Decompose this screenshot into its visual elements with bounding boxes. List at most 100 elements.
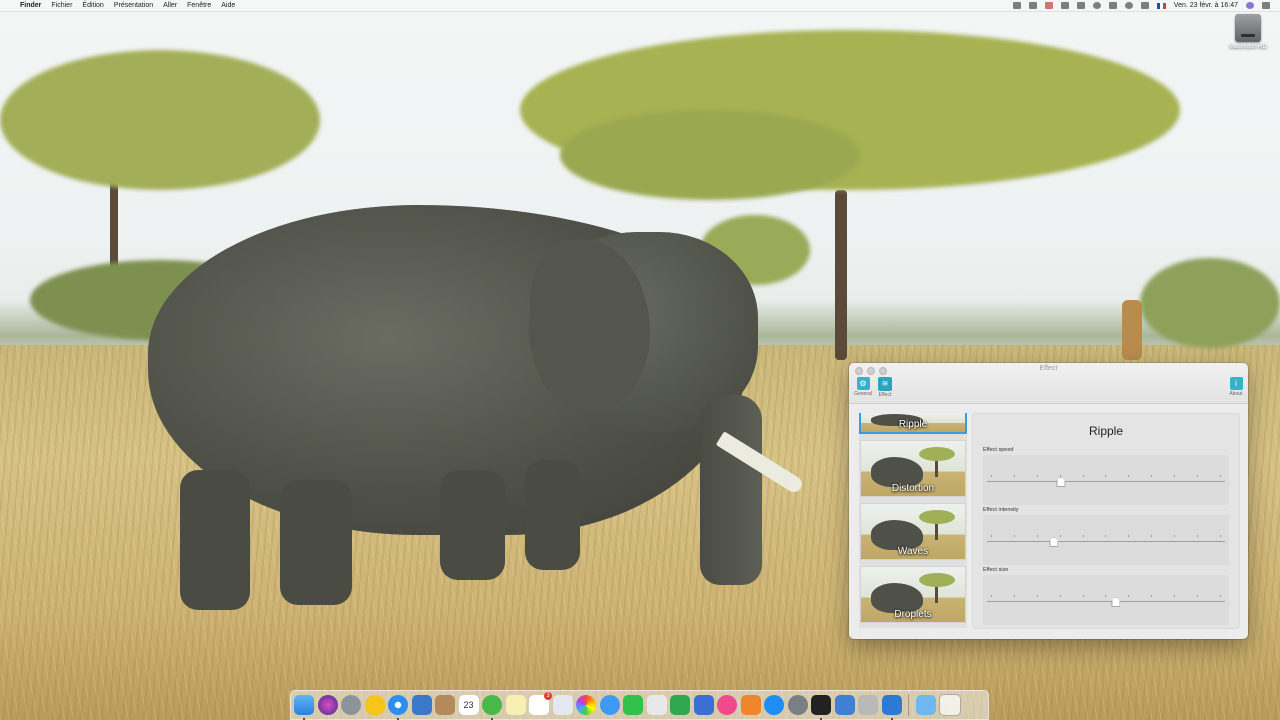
menubar-clock[interactable]: Ven. 23 févr. à 16:47 [1174, 2, 1238, 9]
reminders-badge: 3 [544, 692, 552, 700]
toolbar-effect-label: Effect [878, 392, 892, 398]
effect-size-slider[interactable] [983, 575, 1229, 625]
macintosh-hd-desktop-icon[interactable]: Macintosh HD [1222, 14, 1274, 50]
slider-group-size: Effect size [983, 567, 1229, 625]
slider-thumb[interactable] [1056, 477, 1066, 487]
french-flag-input-icon[interactable] [1156, 2, 1166, 9]
slider-thumb[interactable] [1111, 597, 1121, 607]
menu-presentation[interactable]: Présentation [114, 2, 153, 9]
hard-drive-icon [1235, 14, 1261, 42]
waves-icon: ≋ [878, 377, 892, 391]
thumb-tree-canopy [919, 510, 955, 524]
time-machine-icon[interactable] [1092, 2, 1101, 9]
effect-speed-slider[interactable] [983, 455, 1229, 505]
slider-group-intensity: Effect intensity [983, 507, 1229, 565]
menu-fichier[interactable]: Fichier [51, 2, 72, 9]
slider-ticks [991, 595, 1221, 597]
app-store-icon[interactable] [764, 695, 784, 715]
system-preferences-icon[interactable] [787, 695, 808, 715]
window-titlebar[interactable]: Effect ⚙ General ≋ Effect i About [849, 363, 1248, 404]
slider-thumb[interactable] [1049, 537, 1059, 547]
effect-settings-panel: Ripple Effect speed Effect intensity Eff… [972, 413, 1240, 629]
status-app-icon[interactable] [1044, 2, 1053, 9]
thumb-tree-trunk [935, 459, 938, 477]
slider-label: Effect size [983, 567, 1009, 573]
facetime-icon[interactable] [623, 695, 643, 715]
elephant-leg [440, 470, 505, 580]
finder-icon[interactable] [294, 695, 314, 720]
effect-app-icon[interactable] [881, 695, 902, 720]
terminal-icon[interactable] [811, 695, 831, 720]
effect-item-droplets[interactable]: Droplets [860, 566, 966, 623]
effect-list[interactable]: Ripple Distortion Waves Droplets [859, 413, 967, 628]
thumb-tree-trunk [935, 585, 938, 603]
giraffe [1122, 300, 1142, 360]
messages-icon[interactable] [599, 695, 620, 715]
airplay-icon[interactable] [1076, 2, 1085, 9]
thumb-tree-canopy [919, 573, 955, 587]
app-menu[interactable]: Finder [20, 2, 41, 9]
photos-icon[interactable] [576, 695, 596, 715]
display-icon[interactable] [1060, 2, 1069, 9]
trash-icon[interactable] [939, 694, 961, 716]
gear-icon: ⚙ [856, 377, 870, 390]
effect-item-waves[interactable]: Waves [860, 503, 966, 560]
toolbar-general-label: General [854, 391, 872, 397]
status-app-icon[interactable] [1012, 2, 1021, 9]
toolbar-general-button[interactable]: ⚙ General [851, 377, 875, 397]
tree-trunk [835, 190, 847, 360]
notes-icon[interactable] [505, 695, 526, 715]
launchpad-icon[interactable] [341, 695, 361, 715]
slider-track[interactable] [987, 481, 1225, 482]
menu-fenetre[interactable]: Fenêtre [187, 2, 211, 9]
numbers-icon[interactable] [670, 695, 690, 715]
effect-item-label: Waves [897, 546, 929, 557]
utility-icon[interactable] [858, 695, 878, 715]
effect-intensity-slider[interactable] [983, 515, 1229, 565]
panel-title: Ripple [1088, 424, 1124, 438]
contacts-icon[interactable] [435, 695, 455, 715]
siri-icon[interactable] [1246, 2, 1254, 9]
toolbar-about-button[interactable]: i About [1224, 377, 1248, 397]
pages-icon[interactable] [646, 695, 667, 715]
calendar-icon[interactable]: 23 [458, 695, 479, 715]
coda-icon[interactable] [482, 695, 502, 720]
effect-item-label: Ripple [898, 419, 928, 430]
dropbox-icon[interactable] [1028, 2, 1037, 9]
effect-item-distortion[interactable]: Distortion [860, 440, 966, 497]
cyberduck-icon[interactable] [364, 695, 385, 715]
menu-aide[interactable]: Aide [221, 2, 235, 9]
hd-label: Macintosh HD [1229, 44, 1267, 50]
menu-edition[interactable]: Édition [82, 2, 103, 9]
info-icon: i [1229, 377, 1243, 390]
slider-ticks [991, 475, 1221, 477]
effect-item-ripple[interactable]: Ripple [859, 413, 967, 434]
safari-icon[interactable] [388, 695, 408, 720]
slider-track[interactable] [987, 541, 1225, 542]
bluetooth-icon[interactable] [1108, 2, 1117, 9]
elephant-trunk [700, 395, 762, 585]
volume-icon[interactable] [1140, 2, 1149, 9]
itunes-icon[interactable] [717, 695, 737, 715]
slider-label: Effect intensity [983, 507, 1019, 513]
maps-icon[interactable] [552, 695, 573, 715]
mail-icon[interactable] [411, 695, 432, 715]
slider-track[interactable] [987, 601, 1225, 602]
toolbar-effect-button[interactable]: ≋ Effect [873, 377, 897, 398]
downloads-folder-icon[interactable] [915, 695, 936, 715]
effect-item-label: Distortion [891, 483, 935, 494]
effect-item-label: Droplets [894, 609, 932, 620]
siri-icon[interactable] [317, 695, 338, 715]
slider-group-speed: Effect speed [983, 447, 1229, 505]
dock-separator [908, 694, 909, 716]
tree-canopy [0, 50, 320, 190]
reminders-icon[interactable]: 3 [529, 692, 552, 715]
ibooks-icon[interactable] [740, 695, 761, 715]
keynote-icon[interactable] [693, 695, 714, 715]
notification-center-icon[interactable] [1262, 2, 1270, 9]
xcode-icon[interactable] [834, 695, 855, 715]
calendar-day: 23 [463, 700, 474, 710]
wifi-icon[interactable] [1124, 2, 1133, 9]
dock: 23 3 [290, 690, 989, 720]
menu-aller[interactable]: Aller [163, 2, 177, 9]
